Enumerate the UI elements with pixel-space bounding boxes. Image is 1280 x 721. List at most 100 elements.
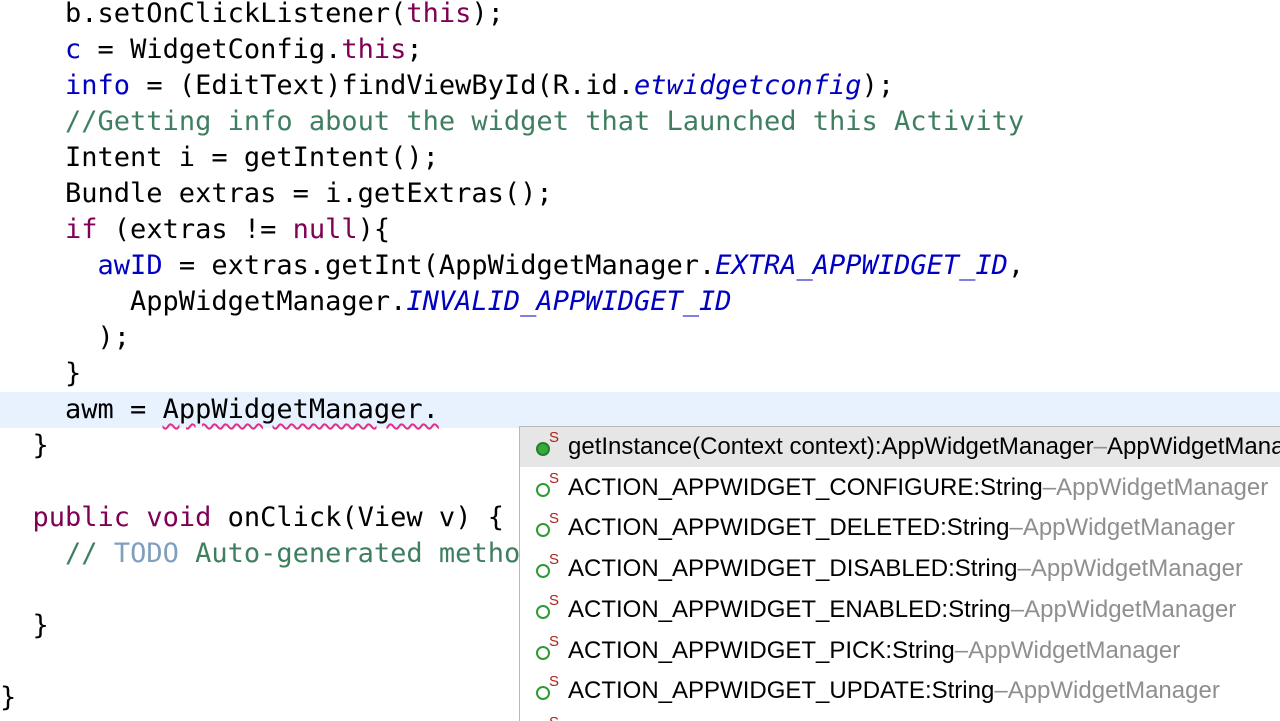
proposal-type: String (946, 514, 1010, 542)
code-token: this (406, 0, 472, 29)
code-token: onClick(View v) { (211, 502, 504, 533)
public-static-field-icon: S (536, 551, 562, 584)
proposal-name: ACTION_APPWIDGET_ENABLED (568, 595, 942, 623)
code-token: c (65, 34, 82, 65)
proposal-owner: AppWidgetManager (1022, 514, 1235, 542)
code-token: ; (406, 34, 423, 65)
code-line[interactable]: Bundle extras = i.getExtras(); (0, 176, 1280, 212)
public-static-field-icon: S (536, 592, 562, 625)
code-line[interactable]: Intent i = getIntent(); (0, 140, 1280, 176)
visibility-dot (536, 645, 550, 660)
code-token: } (0, 358, 82, 389)
proposal-type: String (948, 595, 1011, 623)
proposal-name: getInstance(Context context) (568, 433, 875, 460)
code-token: awm = (0, 394, 163, 425)
code-token: } (0, 610, 49, 641)
type-separator: : (973, 473, 981, 501)
code-line[interactable]: ); (0, 320, 1280, 356)
code-token: (extras != (97, 214, 293, 245)
code-line[interactable]: c = WidgetConfig.this; (0, 32, 1280, 68)
proposal-item[interactable]: S ACTION_APPWIDGET_DISABLED : String – Ap… (520, 549, 1280, 589)
proposal-owner: AppWidgetManager (1024, 595, 1237, 623)
static-flag: S (549, 632, 560, 650)
owner-separator: – (1093, 433, 1107, 460)
code-line[interactable]: //Getting info about the widget that Lau… (0, 104, 1280, 140)
proposal-type: AppWidgetManager (881, 433, 1094, 460)
code-token: Intent i = getIntent(); (0, 142, 439, 173)
code-line[interactable]: AppWidgetManager.INVALID_APPWIDGET_ID (0, 284, 1280, 320)
code-token: awID (97, 250, 163, 281)
proposal-item[interactable]: S ACTION_APPWIDGET_DELETED : String – App… (520, 508, 1280, 548)
owner-separator: – (954, 636, 969, 664)
code-line[interactable]: info = (EditText)findViewById(R.id.etwid… (0, 68, 1280, 104)
proposal-owner: AppWidgetManager (1056, 473, 1269, 501)
code-token: etwidgetconfig (633, 70, 862, 101)
proposal-owner: AppWidgetManager (968, 636, 1181, 664)
proposal-owner: AppWidgetManager (1030, 555, 1243, 583)
proposal-type: String (954, 555, 1018, 583)
static-flag: S (549, 469, 560, 487)
public-static-field-icon: S (536, 510, 562, 543)
visibility-dot (536, 523, 550, 538)
proposal-item[interactable]: S ACTION_APPWIDGET_ENABLED : String – App… (520, 590, 1280, 630)
visibility-dot (536, 564, 550, 579)
proposal-item-selected[interactable]: SgetInstance(Context context) : AppWidge… (520, 427, 1280, 467)
proposal-owner: AppWidgetManager (1107, 433, 1280, 460)
public-static-field-icon: S (536, 632, 562, 666)
proposal-name: ACTION_APPWIDGET_PICK (568, 636, 886, 664)
proposal-name: ACTION_APPWIDGET_DISABLED (568, 555, 949, 583)
code-token: , (1007, 250, 1025, 281)
code-token: //Getting info about the widget that Lau… (65, 106, 1025, 137)
code-token: if (65, 214, 98, 245)
proposal-name: ACTION_APPWIDGET_DELETED (568, 514, 941, 542)
code-token: public (32, 502, 131, 533)
proposal-type: String (892, 636, 955, 664)
content-assist-popup[interactable]: SgetInstance(Context context) : AppWidge… (519, 426, 1280, 721)
code-token: AppWidgetManager. (0, 286, 407, 317)
code-token: ); (0, 322, 131, 353)
code-token: ){ (357, 214, 391, 245)
code-token: null (292, 214, 358, 245)
static-flag: S (549, 673, 560, 691)
public-static-method-icon: S (536, 429, 562, 462)
proposal-name: ACTION_APPWIDGET_UPDATE (568, 677, 925, 705)
proposal-type: String (980, 473, 1043, 501)
code-token: = (EditText)findViewById(R.id. (130, 70, 634, 101)
visibility-dot (536, 604, 550, 619)
type-separator: : (941, 595, 949, 623)
code-token: ); (861, 70, 895, 101)
type-separator: : (940, 514, 947, 542)
code-token: // (65, 538, 114, 569)
owner-separator: – (1010, 595, 1025, 623)
type-separator: : (948, 555, 955, 583)
visibility-dot (536, 686, 550, 701)
visibility-dot (536, 482, 550, 497)
owner-separator: – (1009, 514, 1023, 542)
code-line[interactable]: b.setOnClickListener(this); (0, 0, 1280, 32)
proposal-item[interactable]: S ACTION_APPWIDGET_CONFIGURE : String – A… (520, 468, 1280, 508)
static-flag: S (549, 551, 560, 569)
code-line[interactable]: awID = extras.getInt(AppWidgetManager.EX… (0, 248, 1280, 284)
code-token: EXTRA_APPWIDGET_ID (715, 250, 1008, 281)
proposal-item[interactable]: S ACTION_APPWIDGET_UPDATE : String – AppW… (520, 671, 1280, 711)
public-static-field-icon: S (536, 714, 562, 721)
code-line[interactable]: } (0, 356, 1280, 392)
code-line[interactable]: if (extras != null){ (0, 212, 1280, 248)
code-token: AppWidgetManager. (162, 394, 439, 425)
code-token: = WidgetConfig. (81, 34, 342, 65)
proposal-name: ACTION_APPWIDGET_CONFIGURE (568, 473, 974, 501)
current-code-line[interactable]: awm = AppWidgetManager. (0, 392, 1280, 428)
code-token: info (65, 70, 131, 101)
proposal-item[interactable]: S ACTION_APPWIDGET_PICK : String – AppWid… (520, 631, 1280, 671)
code-token: } (0, 682, 17, 713)
public-static-field-icon: S (536, 673, 562, 706)
code-token: ); (471, 0, 504, 29)
type-separator: : (924, 677, 932, 705)
code-token: void (146, 502, 212, 533)
public-static-field-icon: S (536, 469, 562, 503)
